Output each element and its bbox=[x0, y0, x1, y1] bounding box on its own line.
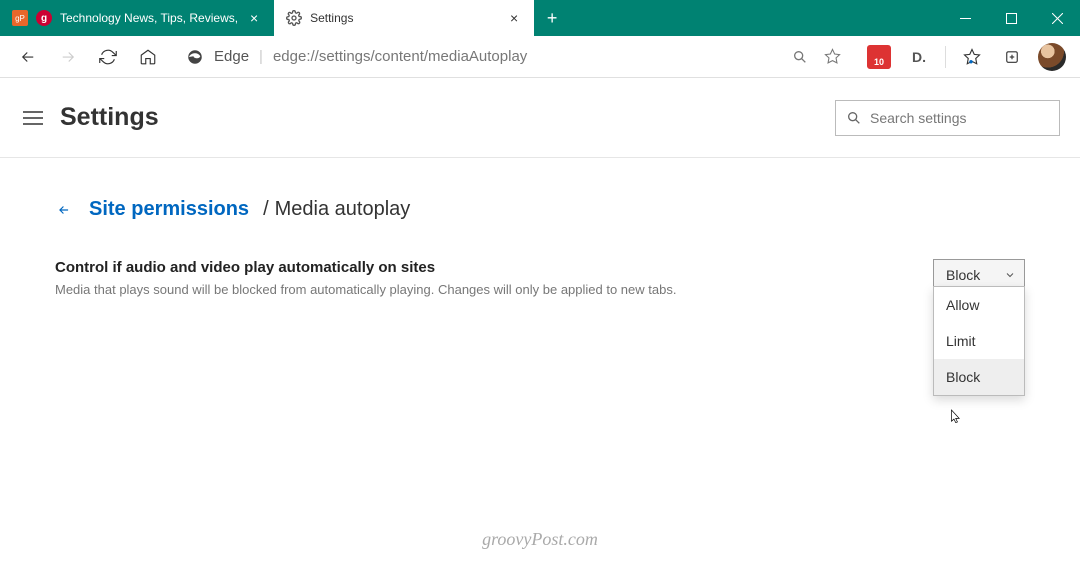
address-bar[interactable]: Edge | edge://settings/content/mediaAuto… bbox=[176, 41, 851, 73]
breadcrumb: Site permissions / Media autoplay bbox=[55, 198, 1025, 221]
favicon-g-icon: g bbox=[36, 10, 52, 26]
settings-header: Settings Search settings bbox=[0, 78, 1080, 158]
tab-close-icon[interactable]: × bbox=[246, 10, 262, 26]
chevron-down-icon bbox=[1004, 269, 1016, 281]
edge-label: Edge bbox=[214, 48, 249, 65]
new-tab-button[interactable]: + bbox=[534, 0, 570, 36]
home-button[interactable] bbox=[130, 39, 166, 75]
favorites-bar-icon[interactable]: ● bbox=[954, 39, 990, 75]
setting-label: Control if audio and video play automati… bbox=[55, 259, 933, 276]
search-placeholder: Search settings bbox=[870, 110, 967, 126]
url-text: edge://settings/content/mediaAutoplay bbox=[273, 48, 782, 65]
dropdown-option-limit[interactable]: Limit bbox=[934, 323, 1024, 359]
toolbar: Edge | edge://settings/content/mediaAuto… bbox=[0, 36, 1080, 78]
minimize-button[interactable] bbox=[942, 0, 988, 36]
tab-technology-news[interactable]: gP g Technology News, Tips, Reviews, × bbox=[0, 0, 274, 36]
hamburger-menu-icon[interactable] bbox=[20, 105, 46, 131]
extension-lastpass[interactable]: 10 bbox=[861, 39, 897, 75]
breadcrumb-back-icon[interactable] bbox=[55, 203, 75, 217]
close-window-button[interactable] bbox=[1034, 0, 1080, 36]
breadcrumb-separator: / bbox=[263, 198, 269, 221]
page-title: Settings bbox=[60, 103, 159, 132]
profile-avatar[interactable] bbox=[1034, 39, 1070, 75]
dropdown-option-block[interactable]: Block bbox=[934, 359, 1024, 395]
setting-text: Control if audio and video play automati… bbox=[55, 259, 933, 297]
favicon-groovypost-icon: gP bbox=[12, 10, 28, 26]
addr-separator: | bbox=[259, 48, 263, 65]
maximize-button[interactable] bbox=[988, 0, 1034, 36]
tab-label: Technology News, Tips, Reviews, bbox=[60, 11, 238, 25]
favorite-star-icon[interactable] bbox=[824, 48, 841, 65]
breadcrumb-current: Media autoplay bbox=[275, 198, 411, 221]
search-icon bbox=[846, 110, 862, 126]
setting-description: Media that plays sound will be blocked f… bbox=[55, 282, 933, 297]
tab-settings[interactable]: Settings × bbox=[274, 0, 534, 36]
autoplay-dropdown-menu: Allow Limit Block bbox=[933, 286, 1025, 396]
tab-label: Settings bbox=[310, 11, 498, 25]
search-in-page-icon[interactable] bbox=[792, 49, 808, 65]
settings-content: Site permissions / Media autoplay Contro… bbox=[0, 158, 1080, 337]
dropdown-selected: Block bbox=[946, 267, 980, 283]
titlebar: gP g Technology News, Tips, Reviews, × S… bbox=[0, 0, 1080, 36]
tab-close-icon[interactable]: × bbox=[506, 10, 522, 26]
watermark: groovyPost.com bbox=[482, 529, 598, 550]
extension-d[interactable]: D. bbox=[901, 39, 937, 75]
forward-button[interactable] bbox=[50, 39, 86, 75]
dropdown-option-allow[interactable]: Allow bbox=[934, 287, 1024, 323]
back-button[interactable] bbox=[10, 39, 46, 75]
breadcrumb-parent-link[interactable]: Site permissions bbox=[89, 198, 249, 221]
window-controls bbox=[942, 0, 1080, 36]
media-autoplay-setting-row: Control if audio and video play automati… bbox=[55, 259, 1025, 297]
gear-icon bbox=[286, 10, 302, 26]
search-settings-input[interactable]: Search settings bbox=[835, 100, 1060, 136]
collections-icon[interactable] bbox=[994, 39, 1030, 75]
edge-logo-icon bbox=[186, 48, 204, 66]
cursor-icon bbox=[948, 408, 962, 426]
refresh-button[interactable] bbox=[90, 39, 126, 75]
toolbar-divider bbox=[945, 46, 946, 68]
